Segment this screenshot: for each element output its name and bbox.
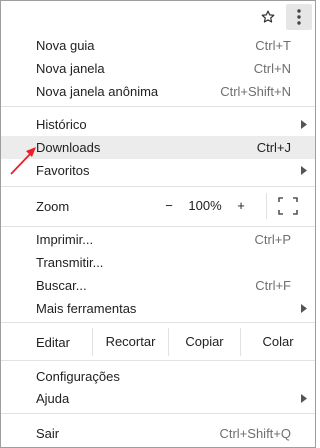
menu-item-shortcut: Ctrl+P [254,232,291,247]
edit-row: Editar Recortar Copiar Colar [1,328,315,356]
menu-item-label: Configurações [36,369,120,384]
submenu-arrow-icon [301,120,307,129]
menu-item-exit[interactable]: Sair Ctrl+Shift+Q [1,422,315,445]
menu-item-label: Sair [36,426,60,441]
menu-item-label: Favoritos [36,163,90,178]
menu-item-shortcut: Ctrl+N [253,61,291,76]
menu-item-shortcut: Ctrl+Shift+N [220,84,291,99]
menu-item-label: Downloads [36,140,101,155]
fullscreen-icon[interactable] [277,196,299,216]
menu-item-print[interactable]: Imprimir... Ctrl+P [1,228,315,251]
menu-item-settings[interactable]: Configurações [1,365,315,388]
menu-item-label: Ajuda [36,391,70,406]
menu-item-label: Nova guia [36,38,95,53]
zoom-label: Zoom [36,199,70,214]
edit-label: Editar [36,335,70,350]
zoom-divider [266,193,267,219]
menu-item-label: Histórico [36,117,87,132]
menu-item-history[interactable]: Histórico [1,113,315,136]
menu-item-shortcut: Ctrl+Shift+Q [219,426,291,441]
menu-item-new-incognito-window[interactable]: Nova janela anônima Ctrl+Shift+N [1,80,315,103]
zoom-out-button[interactable]: − [159,196,179,216]
menu-separator [1,360,315,361]
browser-toolbar [1,1,315,31]
menu-item-cast[interactable]: Transmitir... [1,251,315,274]
menu-item-downloads[interactable]: Downloads Ctrl+J [1,136,315,159]
zoom-in-button[interactable]: + [231,196,251,216]
menu-item-new-tab[interactable]: Nova guia Ctrl+T [1,34,315,57]
menu-separator [1,413,315,414]
menu-separator [1,186,315,187]
menu-item-label: Imprimir... [36,232,94,247]
menu-item-label: Mais ferramentas [36,301,137,316]
menu-item-more-tools[interactable]: Mais ferramentas [1,297,315,320]
zoom-row: Zoom − 100% + [1,193,315,219]
paste-button[interactable]: Colar [240,328,315,356]
submenu-arrow-icon [301,304,307,313]
menu-item-label: Nova janela [36,61,105,76]
menu-item-shortcut: Ctrl+J [256,140,291,155]
menu-item-new-window[interactable]: Nova janela Ctrl+N [1,57,315,80]
menu-item-find[interactable]: Buscar... Ctrl+F [1,274,315,297]
menu-item-label: Nova janela anônima [36,84,159,99]
menu-item-shortcut: Ctrl+T [255,38,291,53]
menu-item-label: Buscar... [36,278,87,293]
bookmark-star-icon[interactable] [257,6,279,28]
menu-separator [1,106,315,107]
menu-separator [1,226,315,227]
menu-item-label: Transmitir... [36,255,104,270]
submenu-arrow-icon [301,394,307,403]
cut-button[interactable]: Recortar [92,328,168,356]
menu-separator [1,322,315,323]
submenu-arrow-icon [301,166,307,175]
menu-item-bookmarks[interactable]: Favoritos [1,159,315,182]
zoom-level-value: 100% [188,198,222,213]
menu-item-shortcut: Ctrl+F [255,278,291,293]
menu-item-help[interactable]: Ajuda [1,387,315,410]
copy-button[interactable]: Copiar [168,328,240,356]
menu-kebab-icon[interactable] [286,4,312,30]
